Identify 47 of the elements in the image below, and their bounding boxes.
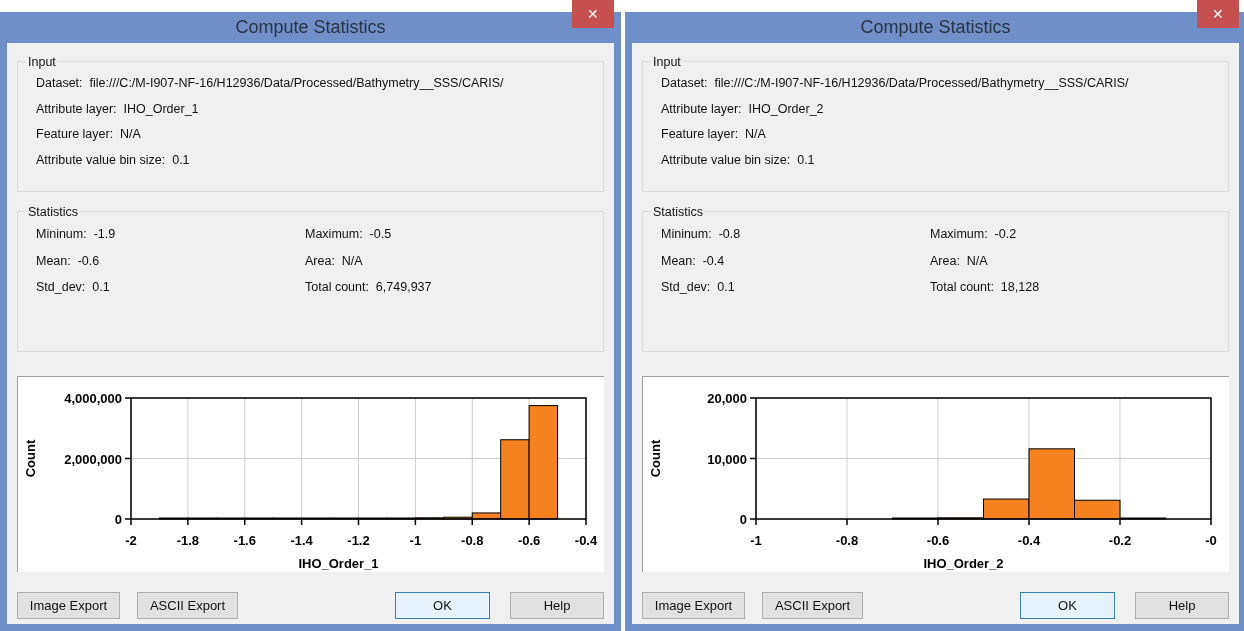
field-text: Feature layer: N/A [661,126,767,143]
y-tick-label: 20,000 [707,391,747,406]
field-text: Attribute layer: IHO_Order_1 [36,100,200,118]
x-tick-label: -1 [750,533,762,548]
stat-text: Area: N/A [305,252,364,270]
stat-text: Maximum: -0.5 [305,226,393,243]
x-tick-label: -1.2 [347,533,370,548]
x-tick-label: -0.2 [1108,533,1132,548]
x-tick-label: -0.4 [1017,533,1041,548]
x-tick-label: -0.8 [461,533,484,548]
x-tick-label: -1.8 [176,533,200,548]
x-axis-title: IHO_Order_2 [923,556,1004,571]
stat-text: Area: N/A [930,252,989,270]
stat-text: Mininum: -0.8 [661,226,742,243]
window-title: Compute Statistics [235,17,386,37]
y-tick-label: 0 [114,512,122,527]
field-text: Attribute value bin size: 0.1 [661,151,816,169]
x-tick-label: -0.4 [574,533,598,548]
y-tick-label: 10,000 [707,451,747,467]
window-title: Compute Statistics [860,17,1011,37]
stat-text: Total count: 6,749,937 [305,279,433,296]
field-text: Dataset: file:///C:/M-I907-NF-16/H12936/Data/Processed/Bathymetry__SSS/CARIS/ [36,75,505,92]
stat-text: Maximum: -0.2 [930,226,1018,243]
x-tick-label: -1.6 [233,533,256,548]
x-tick-label: -2 [125,533,137,548]
x-tick-label: -0.6 [517,533,541,548]
y-axis-title: Count [648,439,663,478]
x-tick-label: -0.6 [926,533,950,548]
stat-text: Mean: -0.4 [661,252,726,270]
y-tick-label: 2,000,000 [64,451,122,467]
y-tick-label: 4,000,000 [64,391,122,406]
y-axis-title: Count [23,439,38,478]
x-tick-label: -1.4 [290,533,313,548]
stat-text: Total count: 18,128 [930,279,1041,296]
field-text: Feature layer: N/A [36,126,142,143]
field-text: Dataset: file:///C:/M-I907-NF-16/H12936/Data/Processed/Bathymetry__SSS/CARIS/ [661,75,1130,92]
x-tick-label: -1 [409,533,422,548]
y-tick-label: 0 [739,512,747,527]
stat-text: Std_dev: 0.1 [36,279,111,296]
field-text: Attribute layer: IHO_Order_2 [661,100,825,118]
x-tick-label: -0 [1205,533,1217,548]
x-axis-title: IHO_Order_1 [298,556,379,571]
stat-text: Mean: -0.6 [36,252,101,270]
field-text: Attribute value bin size: 0.1 [36,151,191,169]
stat-text: Mininum: -1.9 [36,226,117,243]
x-tick-label: -0.8 [835,533,859,548]
stat-text: Std_dev: 0.1 [661,279,736,296]
